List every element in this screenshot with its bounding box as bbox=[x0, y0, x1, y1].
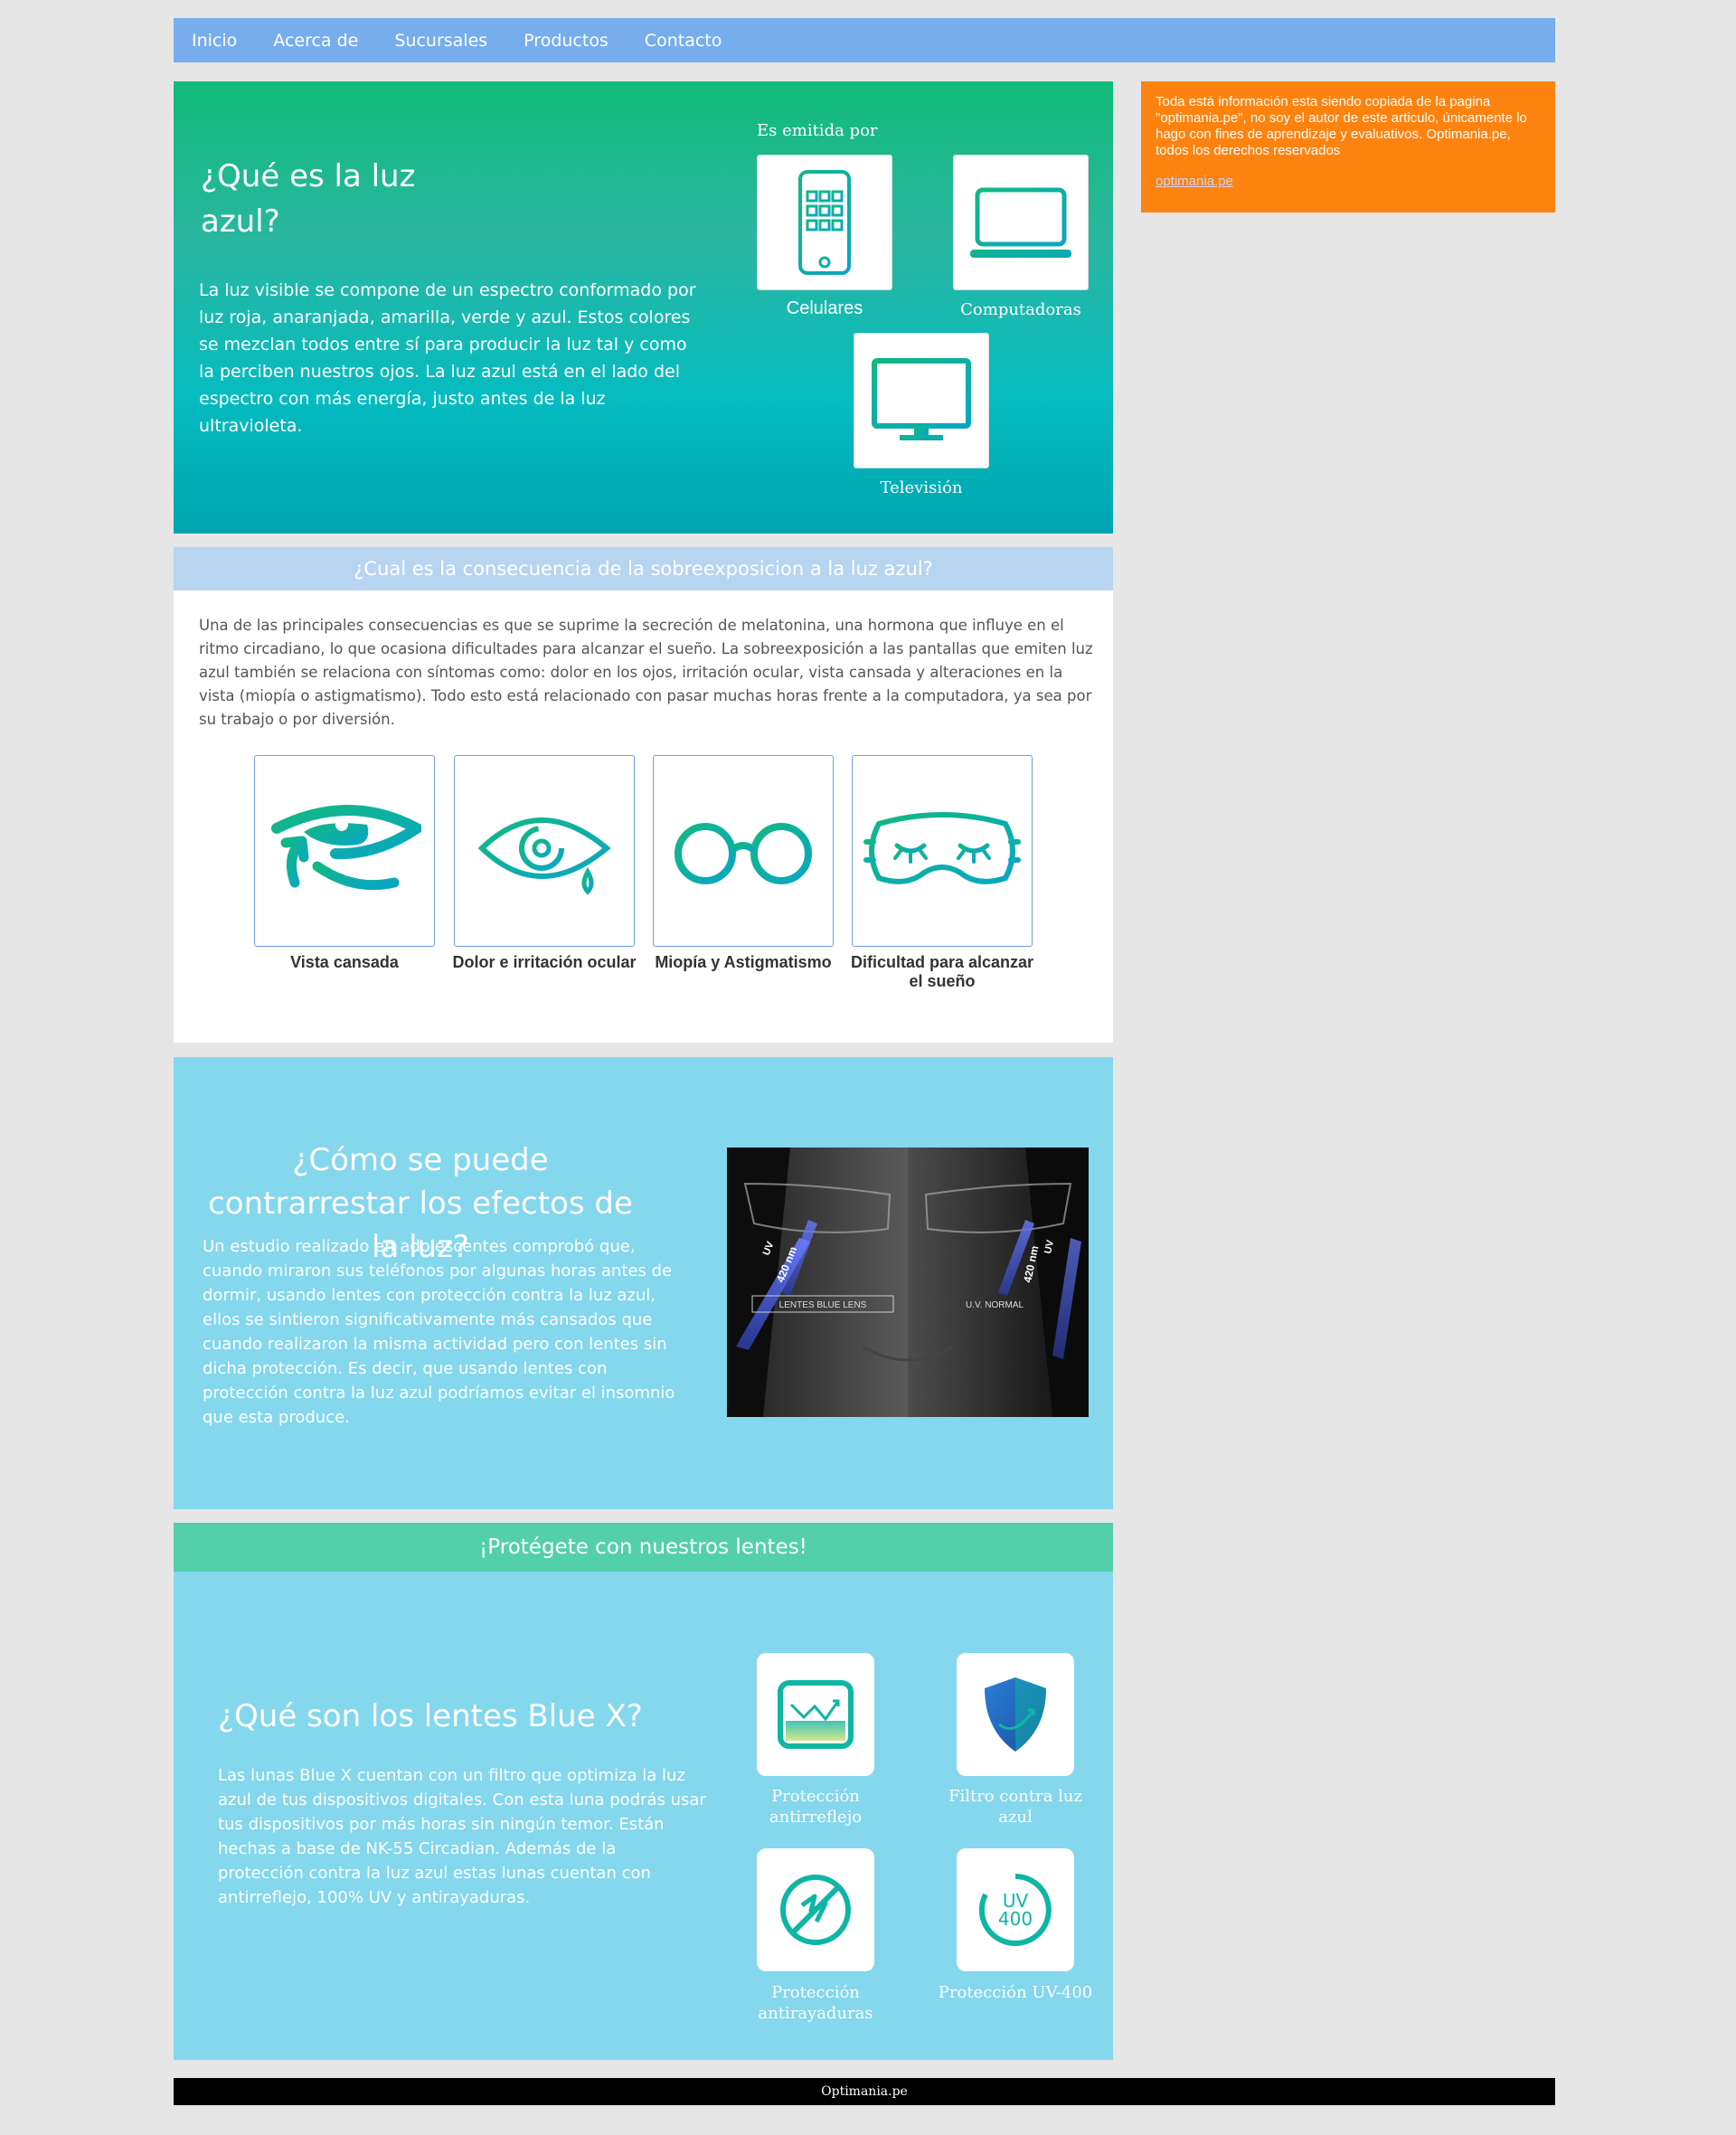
source-link[interactable]: optimania.pe bbox=[1156, 174, 1541, 190]
device-label-phones: Celulares bbox=[786, 298, 863, 318]
counter-section: ¿Cómo se puede contrarrestar los efectos… bbox=[174, 1057, 1113, 1509]
protect-heading: ¡Protégete con nuestros lentes! bbox=[174, 1523, 1113, 1572]
counter-text: Un estudio realizado en adolescentes com… bbox=[203, 1237, 675, 1427]
phone-card bbox=[757, 155, 892, 290]
bluex-title: ¿Qué son los lentes Blue X? bbox=[218, 1698, 643, 1734]
feature-label-bluefilter: Filtro contra luz azul bbox=[948, 1787, 1083, 1827]
feature-label-antireflex: Protección antirreflejo bbox=[769, 1787, 863, 1827]
tv-icon bbox=[872, 358, 971, 440]
glasses-icon bbox=[662, 823, 825, 884]
disclaimer-box: Toda está información esta siendo copiad… bbox=[1141, 81, 1555, 213]
device-label-computers: Computadoras bbox=[960, 300, 1081, 319]
tired-eye-icon bbox=[271, 805, 421, 891]
top-nav: Inicio Acerca de Sucursales Productos Co… bbox=[174, 18, 1555, 62]
photo-label-right: U.V. NORMAL bbox=[966, 1300, 1024, 1310]
computer-card bbox=[953, 155, 1089, 290]
nav-item-sucursales[interactable]: Sucursales bbox=[394, 31, 487, 51]
glasses-photo: LENTES BLUE LENS U.V. NORMAL 420 nm UV 4… bbox=[727, 1148, 1089, 1417]
card-pain-eyes bbox=[454, 755, 635, 947]
uv400-icon: UV 400 bbox=[978, 1874, 1052, 1946]
phone-icon bbox=[798, 170, 851, 275]
feature-uv400: UV 400 bbox=[957, 1848, 1074, 1971]
card-label-tired: Vista cansada bbox=[290, 953, 399, 971]
anti-scratch-icon bbox=[780, 1875, 851, 1945]
card-label-myopia: Miopía y Astigmatismo bbox=[655, 953, 832, 971]
uv-badge-bottom: 400 bbox=[998, 1908, 1033, 1930]
crying-eye-icon bbox=[477, 817, 611, 895]
consequence-heading: ¿Cual es la consecuencia de la sobreexpo… bbox=[174, 547, 1113, 590]
man-glasses-illustration: LENTES BLUE LENS U.V. NORMAL 420 nm UV 4… bbox=[727, 1148, 1089, 1417]
card-sleep bbox=[852, 755, 1033, 947]
nav-item-contacto[interactable]: Contacto bbox=[645, 31, 722, 51]
card-label-pain: Dolor e irritación ocular bbox=[452, 953, 637, 971]
laptop-icon bbox=[970, 187, 1071, 258]
emitted-by-label: Es emitida por bbox=[757, 121, 878, 140]
card-myopia bbox=[653, 755, 834, 947]
tv-card bbox=[854, 333, 989, 468]
sleep-mask-icon bbox=[863, 812, 1021, 884]
footer: Optimania.pe bbox=[174, 2078, 1555, 2105]
consequence-section: Una de las principales consecuencias es … bbox=[174, 590, 1113, 1043]
feature-bluefilter bbox=[957, 1653, 1074, 1776]
feature-antiscratch bbox=[757, 1848, 874, 1971]
feature-label-uv400: Protección UV-400 bbox=[938, 1983, 1093, 2002]
hero-text: La luz visible se compone de un espectro… bbox=[199, 280, 696, 436]
consequence-text: Una de las principales consecuencias es … bbox=[199, 617, 1093, 728]
disclaimer-text: Toda está información esta siendo copiad… bbox=[1156, 94, 1527, 158]
card-tired-eyes bbox=[254, 755, 435, 947]
photo-label-left: LENTES BLUE LENS bbox=[779, 1300, 867, 1310]
antireflex-icon bbox=[778, 1680, 854, 1749]
feature-label-antiscratch: Protección antirayaduras bbox=[758, 1983, 873, 2023]
nav-item-acerca[interactable]: Acerca de bbox=[273, 31, 358, 51]
feature-antireflex bbox=[757, 1653, 874, 1776]
nav-item-productos[interactable]: Productos bbox=[524, 31, 609, 51]
nav-item-inicio[interactable]: Inicio bbox=[192, 31, 237, 51]
card-label-sleep: Dificultad para alcanzar el sueño bbox=[850, 953, 1034, 990]
bluex-section: ¿Qué son los lentes Blue X? Las lunas Bl… bbox=[174, 1572, 1113, 2060]
bluex-text: Las lunas Blue X cuentan con un filtro q… bbox=[218, 1766, 706, 1907]
hero-section: ¿Qué es la luz azul? La luz visible se c… bbox=[174, 81, 1113, 534]
hero-title: ¿Qué es la luz azul? bbox=[201, 158, 416, 240]
device-label-tv: Televisión bbox=[880, 478, 963, 497]
shield-icon bbox=[985, 1677, 1046, 1752]
